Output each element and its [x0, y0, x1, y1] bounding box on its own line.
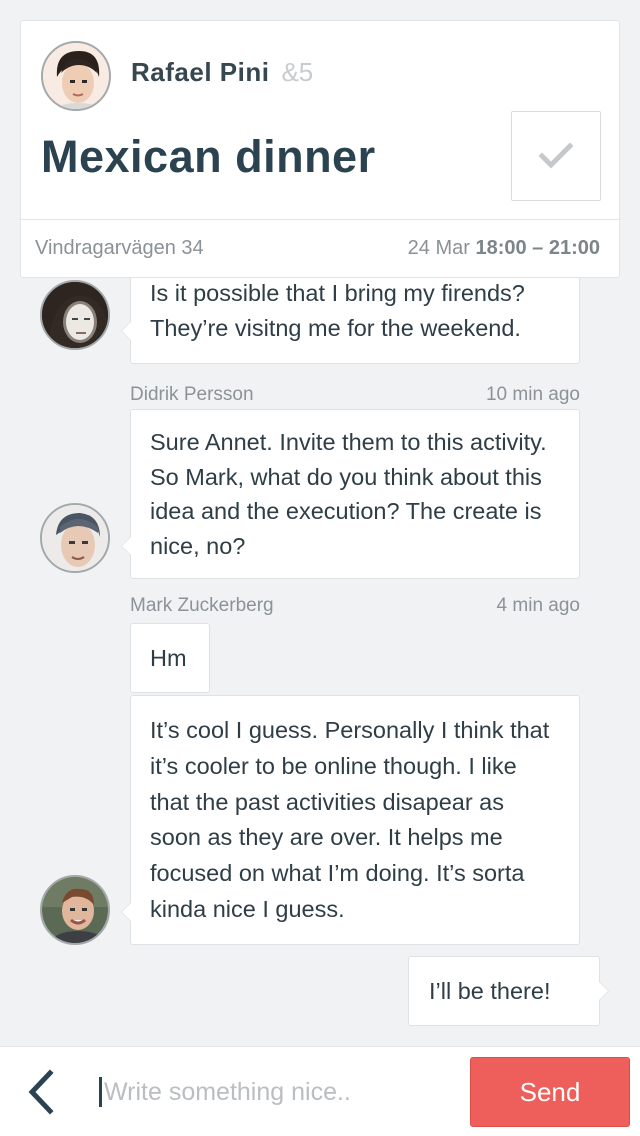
back-button[interactable] — [24, 1069, 64, 1115]
message-author: Didrik Persson — [130, 384, 254, 405]
chevron-left-icon — [28, 1069, 54, 1115]
avatar-annet[interactable] — [40, 280, 110, 350]
avatar-didrik[interactable] — [40, 503, 110, 573]
event-title: Mexican dinner — [41, 131, 376, 182]
message-text: Sure Annet. Invite them to this activity… — [150, 429, 547, 559]
message-meta: Mark Zuckerberg 4 min ago — [130, 595, 580, 617]
avatar-annet-image — [42, 282, 108, 348]
message-input[interactable] — [104, 1069, 454, 1115]
guest-count: &5 — [281, 57, 314, 87]
message-meta: Didrik Persson 10 min ago — [130, 384, 580, 406]
event-details: Vindragarvägen 34 24 Mar 18:00 – 21:00 — [21, 219, 619, 277]
own-message-bubble: I’ll be there! — [408, 956, 609, 1026]
message-bubble: Hm — [130, 623, 210, 693]
event-card: Rafael Pini &5 Mexican dinner Vindragarv… — [20, 20, 620, 278]
host-name[interactable]: Rafael Pini — [131, 57, 269, 88]
message-text: Hm — [150, 645, 187, 671]
text-caret — [99, 1077, 102, 1107]
message-bubble: It’s cool I guess. Personally I think th… — [121, 695, 580, 945]
avatar-mark[interactable] — [40, 875, 110, 945]
message-text: I’ll be there! — [429, 978, 551, 1004]
message-text: It’s cool I guess. Personally I think th… — [150, 717, 550, 922]
message-bubble: Sure Annet. Invite them to this activity… — [121, 409, 580, 579]
event-datetime: 24 Mar 18:00 – 21:00 — [408, 237, 600, 260]
host-avatar-image — [43, 43, 109, 109]
event-time-range: 18:00 – 21:00 — [475, 237, 600, 259]
host-avatar[interactable] — [41, 41, 111, 111]
message-composer: Send — [0, 1046, 640, 1136]
check-icon — [539, 143, 573, 169]
host-row: Rafael Pini &5 — [131, 57, 313, 88]
send-button[interactable]: Send — [470, 1057, 630, 1127]
join-check-button[interactable] — [511, 111, 601, 201]
message-time: 4 min ago — [496, 595, 580, 616]
message-time: 10 min ago — [485, 384, 580, 405]
avatar-didrik-image — [42, 505, 108, 571]
avatar-mark-image — [42, 877, 108, 943]
message-author: Mark Zuckerberg — [130, 595, 274, 616]
event-address: Vindragarvägen 34 — [35, 237, 204, 259]
message-text: Is it possible that I bring my firends? … — [150, 280, 525, 341]
event-date: 24 Mar — [407, 237, 470, 259]
